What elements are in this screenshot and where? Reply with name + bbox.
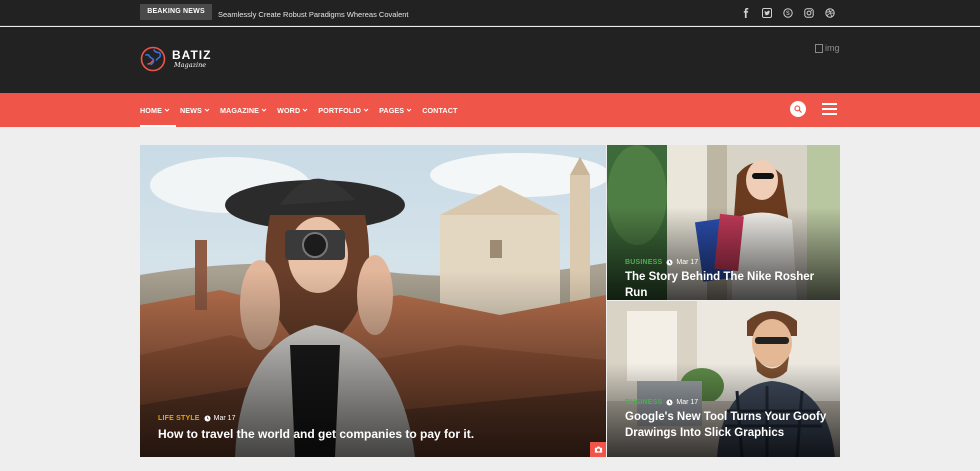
clock-icon [204, 415, 211, 422]
post-date: Mar 17 [213, 415, 236, 422]
post-title[interactable]: How to travel the world and get companie… [158, 426, 588, 442]
dribbble-icon[interactable] [824, 8, 836, 20]
facebook-icon[interactable] [740, 8, 752, 20]
hamburger-line [822, 108, 837, 110]
nav-item-label: HOME [140, 105, 162, 115]
logo-subtitle: Magazine [174, 60, 207, 69]
featured-post-main[interactable]: LIFE STYLE Mar 17 How to travel the worl… [140, 145, 606, 457]
nav-item-portfolio[interactable]: PORTFOLIO [318, 93, 369, 127]
chevron-down-icon [204, 108, 210, 112]
header-ad-image[interactable]: img [815, 43, 840, 53]
nav-item-label: PAGES [379, 105, 405, 115]
nav-menu: HOME NEWS MAGAZINE WORD PORTFOLIO PAGES CONTAC… [140, 93, 468, 127]
top-bar: BEAKING NEWS Seamlessly Create Robust Pa… [0, 0, 980, 26]
breaking-news-label: BEAKING NEWS [140, 4, 212, 20]
nav-item-magazine[interactable]: MAGAZINE [220, 93, 267, 127]
hamburger-line [822, 113, 837, 115]
skype-icon[interactable] [782, 8, 794, 20]
nav-item-home[interactable]: HOME [140, 93, 176, 127]
post-title[interactable]: The Story Behind The Nike Rosher Run [625, 269, 835, 300]
broken-image-icon [815, 43, 823, 53]
hamburger-line [822, 103, 837, 105]
post-date: Mar 17 [676, 259, 699, 266]
post-category[interactable]: BUSINESS [625, 259, 662, 266]
instagram-icon[interactable] [803, 8, 815, 20]
nav-item-news[interactable]: NEWS [180, 93, 210, 127]
post-category[interactable]: BUSINESS [625, 399, 662, 406]
nav-item-label: CONTACT [422, 105, 458, 115]
chevron-down-icon [261, 108, 267, 112]
logo-title: BATIZ [172, 47, 212, 62]
chevron-down-icon [406, 108, 412, 112]
featured-post-bottom[interactable]: BUSINESS Mar 17 Google's New Tool Turns … [607, 301, 840, 457]
search-button[interactable] [790, 101, 806, 117]
nav-item-word[interactable]: WORD [277, 93, 308, 127]
site-header: BATIZ Magazine img [0, 27, 980, 93]
clock-icon [666, 259, 673, 266]
camera-icon [594, 446, 602, 453]
ad-image-alt: img [825, 43, 840, 53]
menu-toggle-button[interactable] [822, 103, 837, 115]
photo-format-badge [590, 442, 606, 457]
featured-posts-grid: LIFE STYLE Mar 17 How to travel the worl… [140, 145, 840, 457]
featured-post-top[interactable]: BUSINESS Mar 17 The Story Behind The Nik… [607, 145, 840, 300]
globe-logo-icon [140, 46, 166, 72]
post-category[interactable]: LIFE STYLE [158, 415, 200, 422]
nav-item-pages[interactable]: PAGES [379, 93, 412, 127]
post-meta: BUSINESS Mar 17 [625, 399, 698, 406]
chevron-down-icon [363, 108, 369, 112]
clock-icon [666, 399, 673, 406]
chevron-down-icon [302, 108, 308, 112]
search-icon [794, 105, 802, 113]
nav-item-label: MAGAZINE [219, 105, 260, 115]
nav-item-contact[interactable]: CONTACT [422, 93, 457, 127]
site-logo[interactable]: BATIZ Magazine [140, 46, 211, 72]
post-date: Mar 17 [676, 399, 699, 406]
breaking-news-ticker[interactable]: Seamlessly Create Robust Paradigms Where… [218, 10, 438, 19]
post-meta: BUSINESS Mar 17 [625, 259, 698, 266]
nav-item-label: WORD [277, 105, 301, 115]
post-title[interactable]: Google's New Tool Turns Your Goofy Drawi… [625, 409, 835, 441]
post-meta: LIFE STYLE Mar 17 [158, 415, 235, 422]
chevron-down-icon [164, 108, 170, 112]
nav-item-label: NEWS [179, 105, 202, 115]
twitter-icon[interactable] [761, 8, 773, 20]
nav-item-label: PORTFOLIO [318, 105, 362, 115]
social-links [740, 8, 836, 20]
